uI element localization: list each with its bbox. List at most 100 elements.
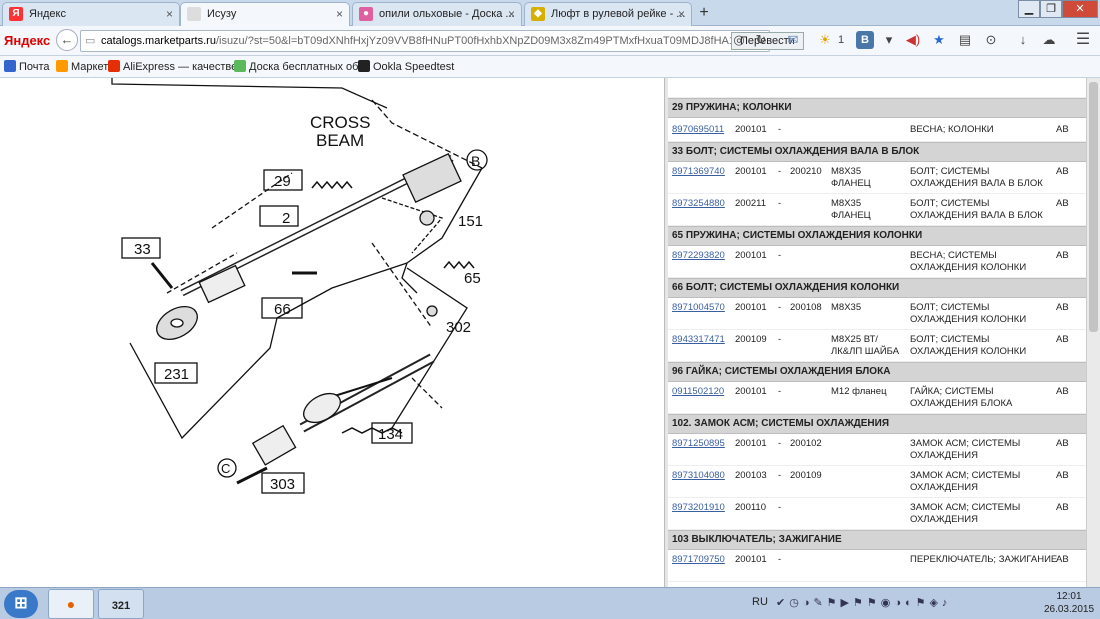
part-number-link[interactable]: 8973254880 <box>672 198 725 210</box>
brand-logo[interactable]: Яндекс <box>4 33 50 48</box>
market-code: AB <box>1056 124 1069 135</box>
weather-value: 1 <box>837 34 845 46</box>
to-date: 200108 <box>790 302 822 313</box>
part-number-link[interactable]: 8972293820 <box>672 250 725 262</box>
range-dash: - <box>778 334 782 345</box>
part-number-link[interactable]: 8973104080 <box>672 470 725 482</box>
callout-2: 2 <box>282 210 290 227</box>
tab-forum[interactable]: ◆ Люфт в рулевой рейке - ... × <box>524 2 692 26</box>
part-number-link[interactable]: 8973201910 <box>672 502 725 514</box>
vertical-scrollbar[interactable] <box>1086 78 1100 587</box>
from-date: 200101 <box>735 554 767 565</box>
range-dash: - <box>778 250 782 261</box>
cross-beam-label-1: CROSS <box>310 113 370 132</box>
part-row: 8972293820 200101- ВЕСНА; СИСТЕМЫ ОХЛАЖДЕН… <box>668 246 1086 278</box>
description-text: ЗАМОК АСМ; СИСТЕМЫ ОХЛАЖДЕНИЯ <box>910 502 1021 525</box>
part-number-link[interactable]: 8971369740 <box>672 166 725 178</box>
part-row: 8973104080 200103-200109 ЗАМОК АСМ; СИСТЕМ… <box>668 466 1086 498</box>
part-row: 8973254880 200211 - M8X35 ФЛАНЕЦ БОЛТ; СИСТЕ… <box>668 194 1086 226</box>
address-bar[interactable]: ▭ catalogs.marketparts.ru/isuzu/?st=50&l… <box>80 30 804 52</box>
frame-line <box>371 99 483 169</box>
part-row: 0911502120 200101- M12 фланец ГАЙКА; СИСТЕМ… <box>668 382 1086 414</box>
part-number-link[interactable]: 8943317471 <box>672 334 725 346</box>
part-row: 8971709750 200101- ПЕРЕКЛЮЧАТЕЛЬ; ЗАЖИГАНИ… <box>668 550 1086 582</box>
market-code: AB <box>1056 334 1069 345</box>
part-number-link[interactable]: 8971004570 <box>672 302 725 314</box>
chat-icon[interactable]: ☁ <box>1040 31 1058 49</box>
star-icon[interactable]: ★ <box>930 31 948 49</box>
callout-302: 302 <box>446 319 471 336</box>
close-icon[interactable]: × <box>678 3 685 25</box>
audio-icon[interactable]: ◀) <box>904 31 922 49</box>
download-icon[interactable]: ↓ <box>1014 31 1032 49</box>
section-header: 65 ПРУЖИНА; СИСТЕМЫ ОХЛАЖДЕНИЯ КОЛОНКИ <box>668 226 1086 246</box>
from-date: 200101 <box>735 78 767 80</box>
marker-c: C <box>221 461 230 476</box>
parts-list-pane: 8970656229200101-ОХЛАЖДЕНИЯ ВАЛАAB29 ПРУ… <box>668 78 1086 587</box>
range-dash: - <box>778 166 782 177</box>
section-header: 33 БОЛТ; СИСТЕМЫ ОХЛАЖДЕНИЯ ВАЛА В БЛОК <box>668 142 1086 162</box>
page-favicon-icon <box>187 7 201 21</box>
url-text[interactable]: catalogs.marketparts.ru/isuzu/?st=50&l=b… <box>101 35 731 47</box>
callout-66: 66 <box>274 301 291 318</box>
description-text: БОЛТ; СИСТЕМЫ ОХЛАЖДЕНИЯ ВАЛА В БЛОК <box>910 198 1043 221</box>
bookmark-board[interactable]: Доска бесплатных об... <box>234 60 368 73</box>
part-number-link[interactable]: 8971709750 <box>672 554 725 566</box>
range-dash: - <box>778 198 782 209</box>
firefox-icon: ● <box>66 596 76 612</box>
taskbar: ⊞ ● 321 RU ✔◷◑✎⚑▶⚑⚑◉◑◐⚑◈♪ 12:01 26.03.20… <box>0 587 1100 619</box>
menu-icon[interactable]: ☰ <box>1074 31 1092 49</box>
dropdown-icon[interactable]: ▾ <box>880 31 898 49</box>
range-dash: - <box>778 438 782 449</box>
from-date: 200110 <box>735 502 766 513</box>
tab-yandex[interactable]: Я Яндекс × <box>2 2 180 26</box>
tray-icons[interactable]: ✔◷◑✎⚑▶⚑⚑◉◑◐⚑◈♪ <box>776 596 951 609</box>
description-text: ВЕСНА; КОЛОНКИ <box>910 124 994 135</box>
part-row: 8970695011 200101- ВЕСНА; КОЛОНКИ AB <box>668 118 1086 142</box>
firefox-taskbar-button[interactable]: ● <box>48 589 94 619</box>
reader-icon[interactable]: ◎ <box>730 31 748 49</box>
bookmark-aliexpress[interactable]: AliExpress — качестве... <box>108 60 246 73</box>
close-icon[interactable]: × <box>508 3 515 25</box>
spec-text: M8X35 <box>831 302 862 313</box>
to-date: 200210 <box>790 166 822 177</box>
market-code: AB <box>1056 302 1069 313</box>
tab-isuzu[interactable]: Исузу × <box>180 2 350 27</box>
clock[interactable]: 12:01 26.03.2015 <box>1040 590 1098 616</box>
steering-column-diagram: CROSS BEAM 29 2 151 33 65 66 302 231 134… <box>111 78 488 494</box>
maximize-button[interactable]: ❐ <box>1040 0 1062 18</box>
part-row: 8971004570 200101-200108 M8X35 БОЛТ; СИСТЕМ… <box>668 298 1086 330</box>
part-number-link[interactable]: 0911502120 <box>672 386 724 398</box>
close-window-button[interactable]: ✕ <box>1062 0 1098 18</box>
part-number-link[interactable]: 8970656229 <box>672 78 725 80</box>
start-button[interactable]: ⊞ <box>4 590 38 618</box>
back-button[interactable]: ← <box>56 29 78 51</box>
scrollbar-thumb[interactable] <box>1089 82 1098 332</box>
part-number-link[interactable]: 8970695011 <box>672 124 724 136</box>
bookmark-label: Ookla Speedtest <box>373 61 455 73</box>
bookmark-speedtest[interactable]: Ookla Speedtest <box>358 60 454 73</box>
history-icon[interactable]: ⊙ <box>982 31 1000 49</box>
tab-board[interactable]: ● опили ольховые - Доска ... × <box>352 2 522 26</box>
frame-line <box>111 78 388 109</box>
minimize-button[interactable]: ▁ <box>1018 0 1040 18</box>
reload-icon[interactable]: ↻ <box>752 31 770 49</box>
market-code: AB <box>1056 250 1069 261</box>
close-icon[interactable]: × <box>336 3 343 25</box>
market-code: AB <box>1056 438 1069 449</box>
description-text: ГАЙКА; СИСТЕМЫ ОХЛАЖДЕНИЯ БЛОКА <box>910 386 1013 409</box>
bookmark-market[interactable]: Маркет <box>56 60 108 73</box>
vk-icon[interactable]: В <box>856 31 874 49</box>
bookmark-mail[interactable]: Почта <box>4 60 50 73</box>
description-text: ЗАМОК АСМ; СИСТЕМЫ ОХЛАЖДЕНИЯ <box>910 438 1021 461</box>
mail-icon[interactable]: ✉ <box>784 31 802 49</box>
media-player-taskbar-button[interactable]: 321 <box>98 589 144 619</box>
language-indicator[interactable]: RU <box>752 596 768 608</box>
new-tab-button[interactable]: + <box>695 4 713 22</box>
bookmarks-icon[interactable]: ▤ <box>956 31 974 49</box>
close-icon[interactable]: × <box>166 3 173 25</box>
market-code: AB <box>1056 554 1069 565</box>
spec-text: M12 фланец <box>831 386 887 397</box>
callout-29: 29 <box>274 173 291 190</box>
part-number-link[interactable]: 8971250895 <box>672 438 725 450</box>
